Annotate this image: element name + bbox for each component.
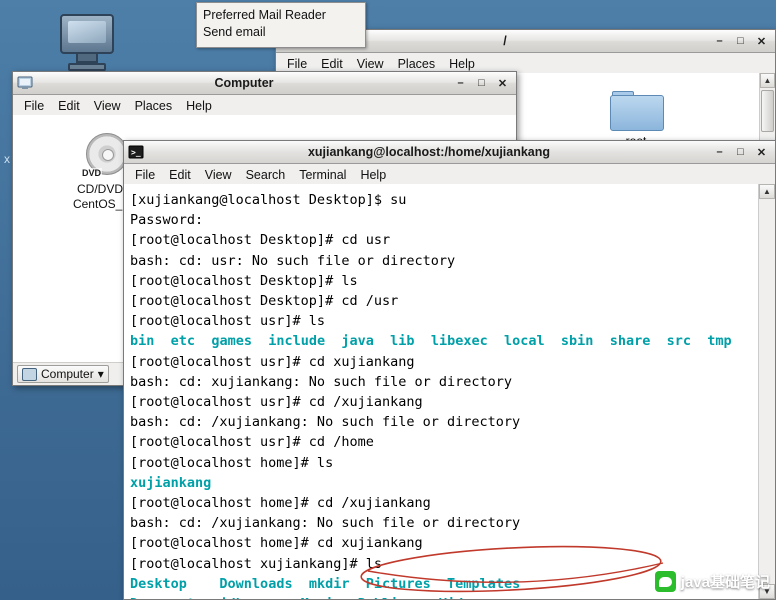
computer-monitor-icon [60, 14, 114, 54]
location-combo[interactable]: Computer ▾ [17, 365, 109, 383]
menu-help[interactable]: Help [179, 98, 219, 114]
wechat-logo-icon [654, 571, 676, 592]
computer-window-title: Computer [214, 76, 274, 90]
terminal-line: [root@localhost usr]# cd xujiankang [130, 353, 415, 370]
terminal-line: bash: cd: xujiankang: No such file or di… [130, 373, 513, 390]
terminal-line: Documents jdk Music Public Videos [130, 594, 759, 599]
terminal-line: [root@localhost home]# cd /xujiankang [130, 495, 431, 512]
menu-places[interactable]: Places [391, 56, 443, 72]
menu-terminal[interactable]: Terminal [292, 167, 353, 183]
root-window-buttons[interactable]: – □ ✕ [710, 32, 771, 50]
menu-search[interactable]: Search [239, 167, 293, 183]
menu-edit[interactable]: Edit [162, 167, 198, 183]
menu-help[interactable]: Help [442, 56, 482, 72]
tooltip-line-1: Preferred Mail Reader [203, 8, 326, 22]
terminal-line: [root@localhost Desktop]# ls [130, 272, 358, 289]
window-icon [17, 76, 33, 90]
watermark-text: java基础笔记 [680, 574, 770, 591]
scroll-thumb[interactable] [761, 90, 774, 132]
terminal-output-area[interactable]: [xujiankang@localhost Desktop]$ su Passwo… [124, 184, 775, 599]
titlebar-computer-window[interactable]: Computer – □ ✕ [13, 72, 516, 95]
monitor-stand [76, 54, 98, 63]
edge-artifact: x [4, 152, 10, 166]
menu-file[interactable]: File [17, 98, 51, 114]
menubar-terminal[interactable]: File Edit View Search Terminal Help [124, 164, 775, 186]
tooltip-line-2: Send email [203, 25, 266, 39]
maximize-button[interactable]: □ [731, 143, 750, 161]
chevron-down-icon[interactable]: ▾ [98, 367, 104, 381]
monitor-base [68, 63, 106, 71]
minimize-button[interactable]: – [710, 32, 729, 50]
menu-help[interactable]: Help [353, 167, 393, 183]
menu-edit[interactable]: Edit [314, 56, 350, 72]
minimize-button[interactable]: – [710, 143, 729, 161]
terminal-text: [xujiankang@localhost Desktop]$ su Passwo… [124, 184, 759, 599]
terminal-line: xujiankang [130, 474, 212, 491]
scroll-up-arrow[interactable]: ▲ [760, 73, 775, 88]
terminal-line: [root@localhost Desktop]# cd usr [130, 232, 391, 249]
close-button[interactable]: ✕ [752, 32, 771, 50]
terminal-line: [root@localhost home]# ls [130, 454, 334, 471]
terminal-line: [root@localhost usr]# ls [130, 313, 326, 330]
menu-places[interactable]: Places [128, 98, 180, 114]
dvd-badge-label: DVD [81, 168, 103, 178]
terminal-line: [root@localhost Desktop]# cd /usr [130, 293, 399, 310]
menu-file[interactable]: File [128, 167, 162, 183]
menubar-computer-window[interactable]: File Edit View Places Help [13, 95, 516, 117]
terminal-line: bash: cd: /xujiankang: No such file or d… [130, 515, 521, 532]
maximize-button[interactable]: □ [472, 74, 491, 92]
menu-view[interactable]: View [87, 98, 128, 114]
terminal-line: bash: cd: /xujiankang: No such file or d… [130, 414, 521, 431]
computer-window-buttons[interactable]: – □ ✕ [451, 74, 512, 92]
terminal-line: Password: [130, 212, 204, 229]
folder-icon [610, 91, 664, 131]
close-button[interactable]: ✕ [752, 143, 771, 161]
watermark: java基础笔记 [654, 571, 770, 592]
terminal-line: bash: cd: usr: No such file or directory [130, 252, 456, 269]
terminal-title: xujiankang@localhost:/home/xujiankang [307, 145, 551, 159]
menu-edit[interactable]: Edit [51, 98, 87, 114]
terminal-scrollbar[interactable]: ▲ ▼ [758, 184, 775, 599]
maximize-button[interactable]: □ [731, 32, 750, 50]
terminal-line: bin etc games include java lib libexec l… [130, 333, 732, 350]
desktop-background: x / – □ ✕ File Edit View Places Help ▲ C… [0, 0, 776, 600]
terminal-line: [root@localhost usr]# cd /xujiankang [130, 394, 423, 411]
desktop-icon-computer[interactable] [52, 14, 122, 71]
svg-text:>_: >_ [131, 148, 141, 157]
menu-file[interactable]: File [280, 56, 314, 72]
terminal-line: [xujiankang@localhost Desktop]$ su [130, 192, 407, 208]
terminal-window-buttons[interactable]: – □ ✕ [710, 143, 771, 161]
scroll-up-arrow[interactable]: ▲ [759, 184, 775, 199]
terminal-line: [root@localhost home]# cd xujiankang [130, 535, 423, 552]
terminal-window[interactable]: >_ xujiankang@localhost:/home/xujiankang… [123, 140, 776, 600]
menu-view[interactable]: View [350, 56, 391, 72]
terminal-icon: >_ [128, 145, 144, 159]
location-combo-label: Computer [41, 367, 94, 381]
mail-reader-tooltip: Preferred Mail Reader Send email [196, 2, 366, 48]
terminal-line: [root@localhost usr]# cd /home [130, 434, 374, 451]
computer-mini-icon [22, 367, 37, 381]
titlebar-terminal[interactable]: >_ xujiankang@localhost:/home/xujiankang… [124, 141, 775, 164]
close-button[interactable]: ✕ [493, 74, 512, 92]
minimize-button[interactable]: – [451, 74, 470, 92]
menu-view[interactable]: View [198, 167, 239, 183]
